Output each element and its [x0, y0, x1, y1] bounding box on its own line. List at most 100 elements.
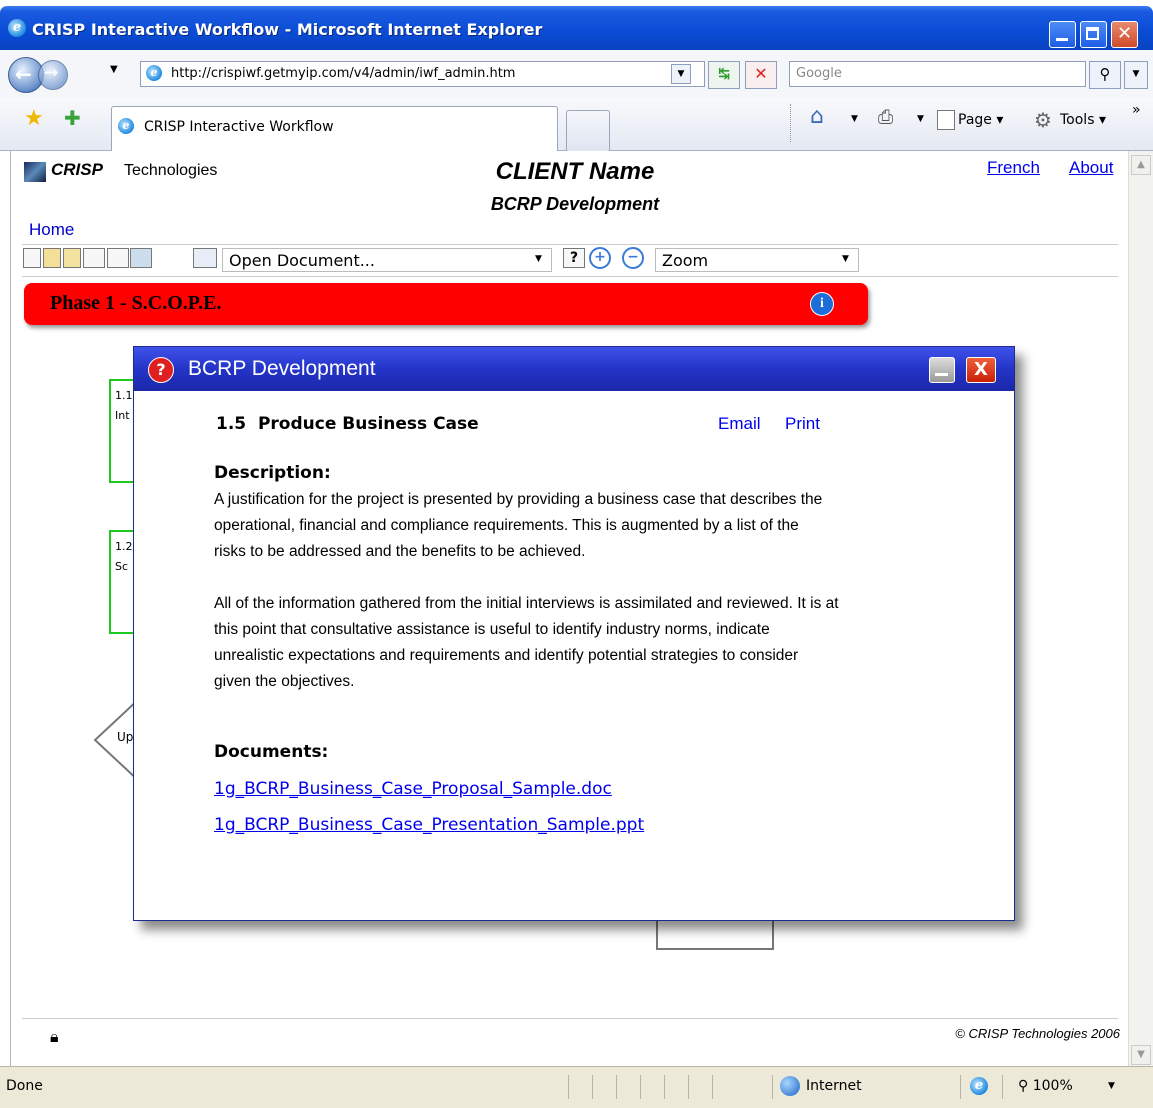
zoom-level-value: 100%: [1032, 1078, 1073, 1094]
maximize-button[interactable]: [1080, 21, 1107, 48]
dialog-minimize-icon: [935, 373, 948, 376]
footer-copyright: © CRISP Technologies 2006: [955, 1026, 1120, 1041]
documents-heading: Documents:: [214, 742, 329, 762]
footer-divider: [22, 1018, 1118, 1019]
page-menu-icon: [937, 110, 955, 130]
dialog-close-icon: X: [974, 359, 988, 380]
address-dropdown-icon[interactable]: ▼: [671, 64, 691, 84]
description-line: A justification for the project is prese…: [214, 491, 823, 508]
help-icon[interactable]: ?: [563, 248, 585, 268]
about-link[interactable]: About: [1069, 158, 1113, 178]
minimize-icon: [1056, 38, 1068, 41]
document-link-presentation[interactable]: 1g_BCRP_Business_Case_Presentation_Sampl…: [214, 815, 644, 835]
client-name: CLIENT Name: [495, 158, 655, 185]
minimize-button[interactable]: [1049, 21, 1076, 48]
zoom-select[interactable]: Zoom ▼: [655, 248, 859, 272]
tools-menu[interactable]: Tools ▾: [1060, 112, 1106, 128]
protected-mode-icon: e: [970, 1077, 988, 1095]
crisp-logo-icon: [24, 162, 46, 182]
users-icon[interactable]: [193, 248, 217, 268]
new-document-icon[interactable]: [23, 248, 41, 268]
folder-icon[interactable]: [63, 248, 81, 268]
vertical-scrollbar[interactable]: ▲ ▼: [1128, 151, 1153, 1066]
tools-gear-icon: ⚙: [1034, 108, 1052, 132]
email-link[interactable]: Email: [718, 414, 761, 434]
print-link[interactable]: Print: [785, 414, 820, 434]
zoom-label: Zoom: [662, 251, 709, 270]
add-favorites-icon[interactable]: ✚: [64, 106, 81, 130]
zoom-dropdown-icon[interactable]: ▼: [1108, 1081, 1115, 1091]
stop-button[interactable]: ✕: [745, 61, 777, 89]
security-zone: Internet: [806, 1078, 862, 1094]
toolbar-overflow-button[interactable]: »: [1132, 102, 1141, 118]
history-dropdown-icon[interactable]: ▼: [110, 64, 118, 75]
window-title-bar[interactable]: e CRISP Interactive Workflow - Microsoft…: [0, 6, 1153, 50]
phase-bar[interactable]: Phase 1 - S.C.O.P.E. i: [24, 283, 868, 325]
zoom-in-icon[interactable]: +: [589, 247, 611, 269]
toolbar-divider: [22, 276, 1118, 277]
print-icon[interactable]: ⎙: [878, 106, 893, 128]
internet-globe-icon: [780, 1076, 800, 1096]
dialog-close-button[interactable]: X: [966, 357, 996, 383]
navigation-bar: ← → ▼ e http://crispiwf.getmyip.com/v4/a…: [0, 50, 1153, 98]
status-separator: [1002, 1075, 1003, 1099]
tools-menu-label: Tools: [1060, 112, 1095, 128]
zoom-magnifier-icon: ⚲: [1018, 1078, 1029, 1094]
open-folder-icon[interactable]: [43, 248, 61, 268]
description-line: All of the information gathered from the…: [214, 595, 839, 612]
home-link[interactable]: Home: [29, 220, 74, 240]
task-title: 1.5 Produce Business Case: [216, 414, 479, 434]
close-icon: ✕: [1116, 23, 1133, 44]
workflow-step-box[interactable]: [656, 916, 774, 950]
print-dropdown-icon[interactable]: ▼: [917, 114, 924, 124]
search-icon: ⚲: [1099, 65, 1111, 83]
description-paragraph-2: All of the information gathered from the…: [214, 591, 1004, 695]
refresh-doc-icon[interactable]: [130, 248, 152, 268]
stop-icon: ✕: [754, 64, 768, 83]
favorites-star-icon[interactable]: ★: [24, 106, 44, 131]
open-document-label: Open Document...: [229, 251, 375, 270]
tab-bar: ★ ✚ e CRISP Interactive Workflow ⌂ ▼ ⎙ ▼…: [0, 98, 1153, 151]
page-icon: e: [146, 65, 162, 81]
refresh-button[interactable]: ↹: [708, 61, 740, 89]
zoom-out-icon[interactable]: −: [622, 247, 644, 269]
refresh-icon: ↹: [718, 66, 730, 82]
home-icon[interactable]: ⌂: [810, 104, 824, 129]
dialog-minimize-button[interactable]: [929, 357, 955, 383]
toolbar-separator: [790, 104, 792, 142]
address-bar[interactable]: e http://crispiwf.getmyip.com/v4/admin/i…: [140, 61, 705, 87]
open-document-select[interactable]: Open Document... ▼: [222, 248, 552, 272]
header-divider: [22, 244, 1118, 245]
step-1-1-number: 1.1: [115, 389, 133, 402]
dialog-title-bar[interactable]: ? BCRP Development X: [134, 347, 1014, 391]
scroll-up-icon[interactable]: ▲: [1131, 155, 1151, 175]
step-1-1-text: Int: [115, 409, 130, 422]
step-1-2-number: 1.2: [115, 540, 133, 553]
home-dropdown-icon[interactable]: ▼: [851, 114, 858, 124]
description-line: risks to be addressed and the benefits t…: [214, 543, 586, 560]
search-button[interactable]: ⚲: [1089, 61, 1121, 89]
document-link-proposal[interactable]: 1g_BCRP_Business_Case_Proposal_Sample.do…: [214, 779, 612, 799]
hierarchy-icon[interactable]: [83, 248, 105, 268]
status-separator: [664, 1075, 665, 1099]
french-link[interactable]: French: [987, 158, 1040, 178]
zoom-level[interactable]: ⚲ 100%: [1018, 1078, 1073, 1094]
lock-icon: 🔒︎: [50, 1027, 59, 1046]
page-menu[interactable]: Page ▾: [958, 112, 1003, 128]
tab-crisp-workflow[interactable]: e CRISP Interactive Workflow: [111, 106, 558, 151]
tab-ie-icon: e: [118, 118, 134, 134]
description-line: unrealistic expectations and requirement…: [214, 647, 799, 664]
ie-logo-icon: e: [8, 19, 26, 37]
close-window-button[interactable]: ✕: [1111, 21, 1138, 48]
description-paragraph-1: A justification for the project is prese…: [214, 487, 1004, 565]
task-dialog: ? BCRP Development X 1.5 Produce Busines…: [133, 346, 1015, 921]
window-title: CRISP Interactive Workflow - Microsoft I…: [32, 20, 543, 39]
info-icon[interactable]: i: [810, 292, 834, 316]
new-tab-button[interactable]: [566, 110, 610, 151]
search-options-button[interactable]: ▼: [1124, 61, 1148, 89]
status-text: Done: [6, 1078, 43, 1094]
scroll-down-icon[interactable]: ▼: [1131, 1045, 1151, 1065]
edit-icon[interactable]: [107, 248, 129, 268]
forward-button[interactable]: →: [38, 60, 68, 90]
search-input[interactable]: Google: [789, 61, 1086, 87]
